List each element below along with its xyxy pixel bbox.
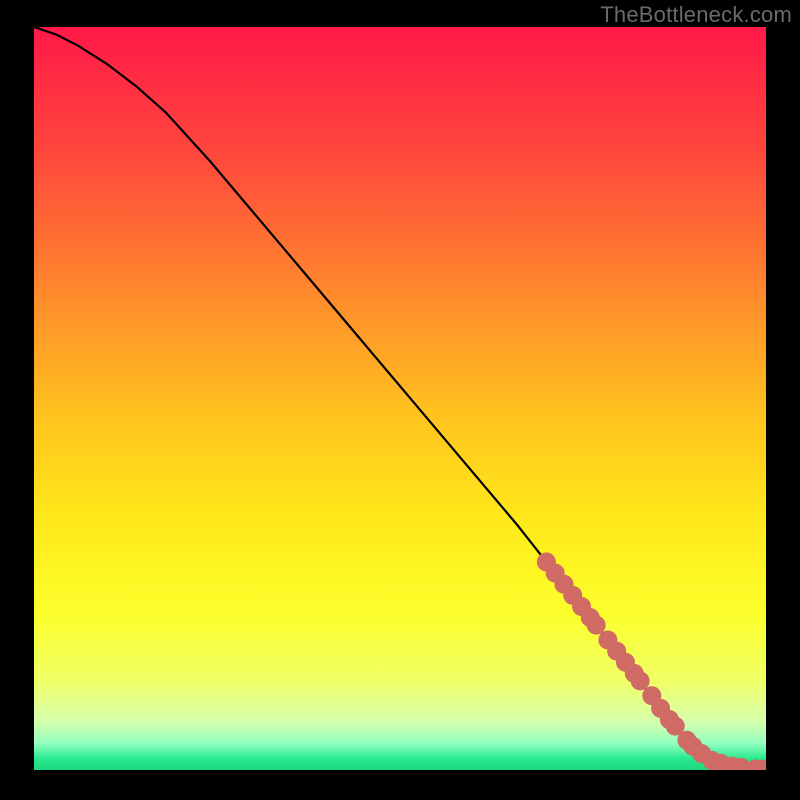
chart-container: { "watermark": "TheBottleneck.com", "col… bbox=[0, 0, 800, 800]
chart-plot bbox=[34, 27, 766, 770]
data-point bbox=[587, 616, 606, 635]
data-point bbox=[631, 671, 650, 690]
plot-background bbox=[34, 27, 766, 770]
watermark-label: TheBottleneck.com bbox=[600, 2, 792, 28]
